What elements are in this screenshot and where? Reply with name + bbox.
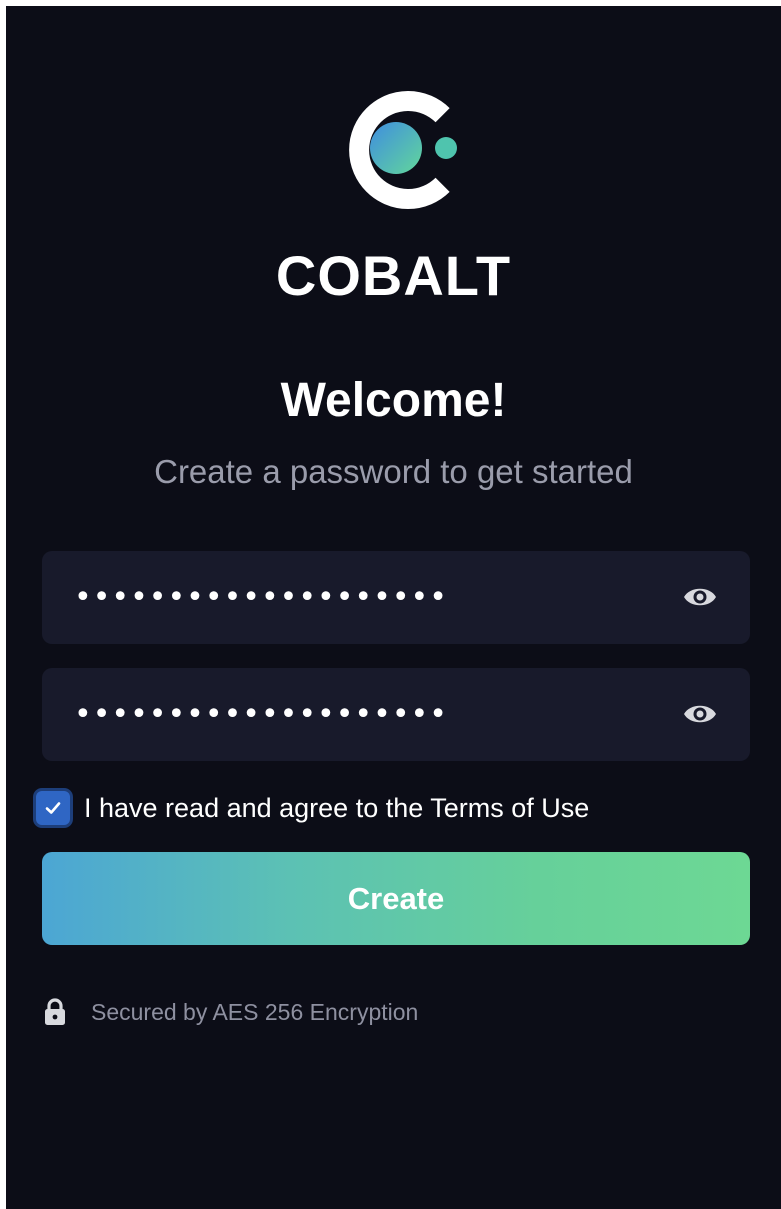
cobalt-logo-icon: [333, 86, 465, 214]
onboarding-screen: COBALT Welcome! Create a password to get…: [6, 6, 781, 1209]
confirm-password-input[interactable]: [74, 668, 634, 761]
lock-icon: [42, 997, 68, 1027]
security-note: Secured by AES 256 Encryption: [42, 994, 418, 1030]
terms-checkbox[interactable]: [36, 791, 70, 825]
password-input[interactable]: [74, 551, 634, 644]
terms-label: I have read and agree to the Terms of Us…: [84, 793, 590, 823]
checkmark-icon: [45, 802, 61, 814]
terms-row: I have read and agree to the Terms of Us…: [36, 788, 589, 828]
welcome-subtitle: Create a password to get started: [154, 453, 633, 490]
eye-icon[interactable]: [682, 700, 718, 728]
password-field: [42, 551, 750, 644]
security-text: Secured by AES 256 Encryption: [91, 999, 419, 1025]
create-button[interactable]: Create: [42, 852, 750, 945]
eye-icon[interactable]: [682, 583, 718, 611]
confirm-password-field: [42, 668, 750, 761]
brand-name: COBALT: [275, 244, 512, 307]
welcome-title: Welcome!: [280, 374, 507, 427]
